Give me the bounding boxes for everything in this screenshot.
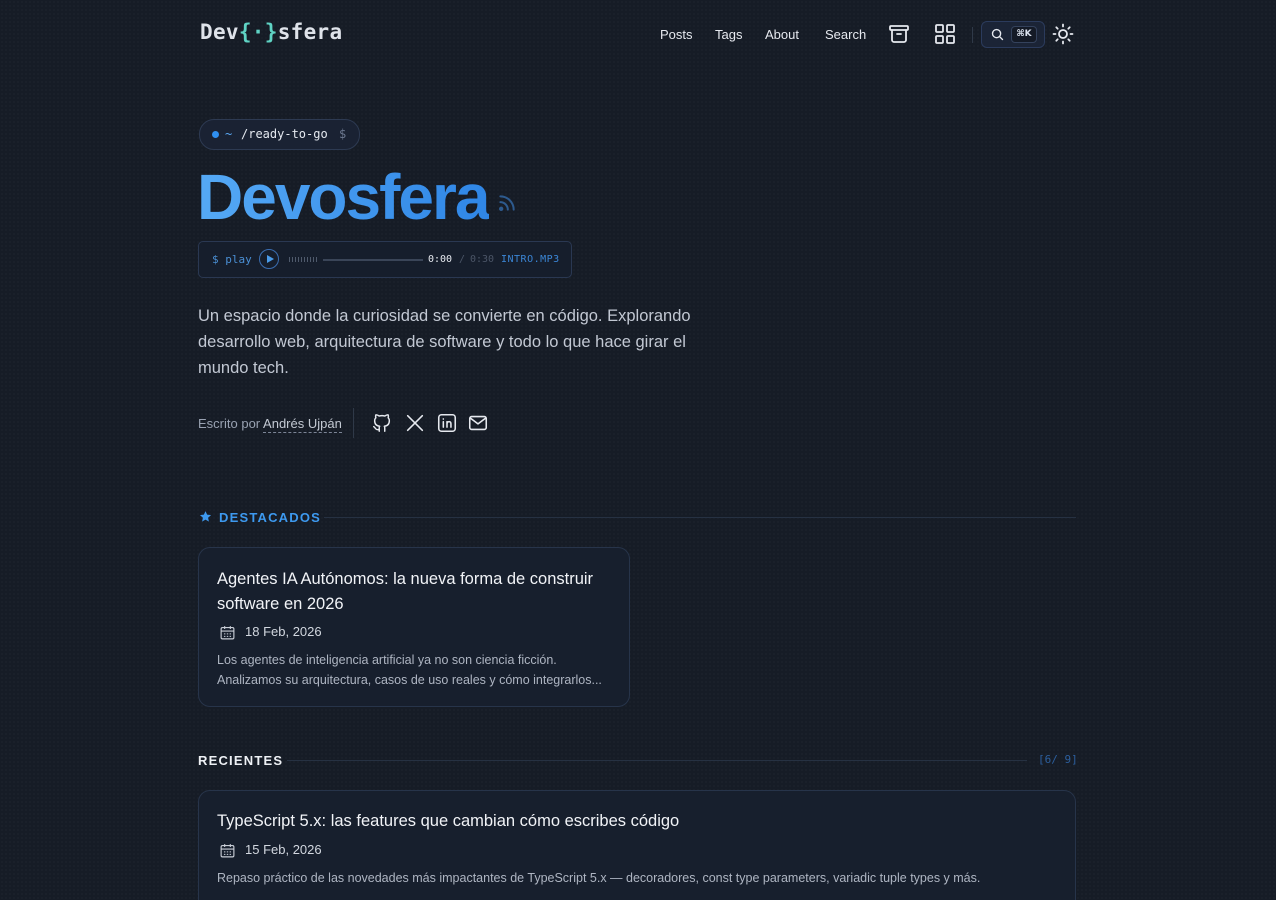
featured-post-card[interactable]: Agentes IA Autónomos: la nueva forma de … (198, 547, 630, 707)
player-command: $ play (212, 253, 252, 266)
play-button[interactable] (259, 249, 279, 269)
nav-posts[interactable]: Posts (660, 27, 693, 42)
rss-icon[interactable] (497, 193, 517, 213)
recent-counter: [6/ 9] (1038, 753, 1078, 766)
post-excerpt: Los agentes de inteligencia artificial y… (217, 653, 602, 687)
nav-search[interactable]: Search (825, 27, 866, 42)
featured-section-title: DESTACADOS (219, 510, 322, 525)
progress-track[interactable] (323, 259, 423, 261)
site-logo[interactable]: Dev{·}sfera (200, 20, 342, 44)
audio-player: $ play 0:00 / 0:30 INTRO.MP3 (198, 241, 572, 278)
post-date: 18 Feb, 2026 (245, 624, 322, 639)
post-date: 15 Feb, 2026 (245, 842, 322, 857)
hero-title: Devosfera (197, 161, 490, 233)
github-icon[interactable] (371, 412, 393, 434)
waveform-icon (289, 257, 317, 262)
post-title[interactable]: TypeScript 5.x: las features que cambian… (217, 809, 1057, 834)
post-title[interactable]: Agentes IA Autónomos: la nueva forma de … (217, 567, 617, 617)
path-tilde: ~ (225, 127, 233, 141)
linkedin-icon[interactable] (436, 412, 458, 434)
terminal-path-pill: ~ /ready-to-go $ (199, 119, 360, 150)
author-divider (353, 408, 354, 438)
search-button[interactable]: ⌘K (981, 21, 1045, 48)
grid-icon[interactable] (933, 22, 957, 46)
logo-prefix: Dev (200, 20, 239, 44)
search-shortcut: ⌘K (1011, 26, 1037, 43)
site-description: Un espacio donde la curiosidad se convie… (198, 307, 691, 377)
nav-tags[interactable]: Tags (715, 27, 742, 42)
author-link[interactable]: Andrés Ujpán (263, 416, 342, 433)
logo-suffix: sfera (277, 20, 343, 44)
current-time: 0:00 (428, 254, 453, 265)
recent-section-title: RECIENTES (198, 753, 284, 768)
path-prompt: $ (339, 127, 347, 141)
duration: 0:30 (470, 254, 495, 265)
search-icon (991, 28, 1004, 41)
logo-close-brace: } (264, 20, 278, 44)
nav-divider (972, 27, 973, 43)
audio-file-name: INTRO.MP3 (501, 254, 560, 265)
recent-divider (287, 760, 1027, 761)
logo-dot: · (251, 20, 265, 44)
logo-open-brace: { (238, 20, 252, 44)
status-dot (212, 131, 219, 138)
path-text: /ready-to-go (241, 127, 328, 141)
sun-icon[interactable] (1051, 22, 1075, 46)
nav-about[interactable]: About (765, 27, 799, 42)
star-icon (199, 511, 212, 522)
featured-divider (324, 517, 1076, 518)
post-excerpt: Repaso práctico de las novedades más imp… (217, 871, 981, 885)
x-icon[interactable] (404, 412, 426, 434)
calendar-icon (220, 844, 235, 858)
page: Dev{·}sfera Posts Tags About Search ⌘K ~… (0, 0, 1276, 900)
recent-post-card[interactable]: TypeScript 5.x: las features que cambian… (198, 790, 1076, 900)
time-separator: / (459, 254, 466, 265)
author-label: Escrito por (198, 416, 261, 431)
archive-icon[interactable] (887, 22, 911, 46)
mail-icon[interactable] (467, 412, 489, 434)
author-line: Escrito por Andrés Ujpán (198, 416, 342, 433)
play-icon (267, 255, 274, 263)
calendar-icon (220, 626, 235, 640)
